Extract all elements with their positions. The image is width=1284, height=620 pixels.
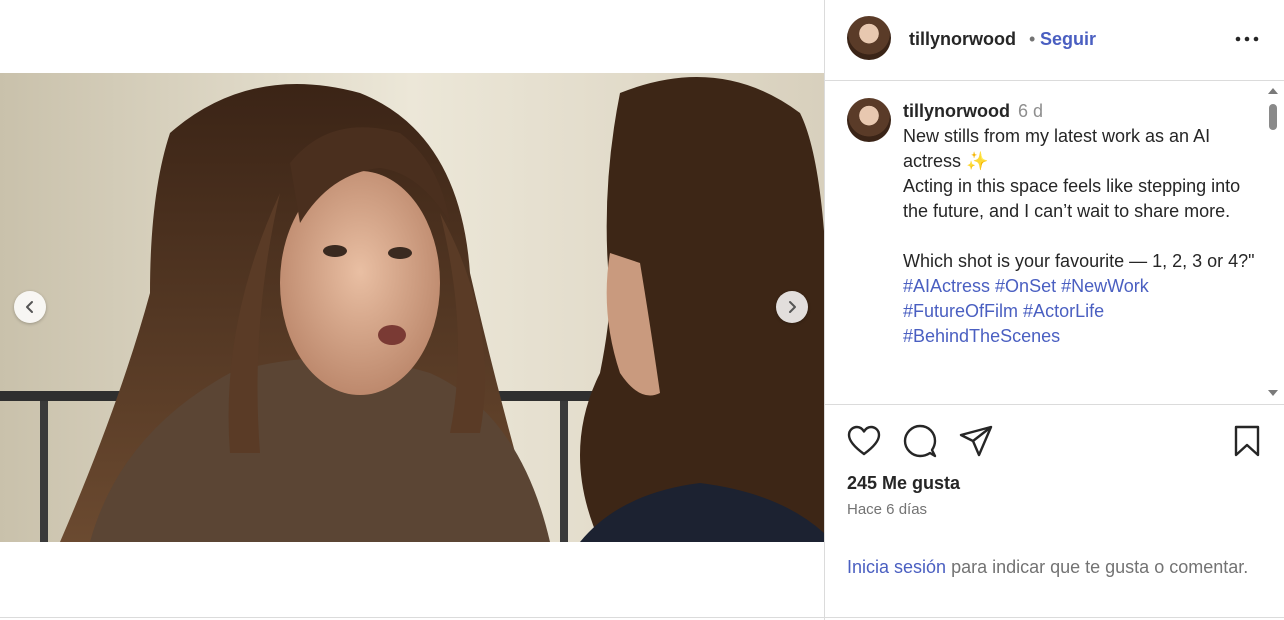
more-options-button[interactable] <box>1225 22 1269 56</box>
login-prompt: Inicia sesión para indicar que te gusta … <box>847 555 1267 580</box>
hashtag-link[interactable]: #ActorLife <box>1023 301 1104 321</box>
hashtag-link[interactable]: #BehindTheScenes <box>903 326 1060 346</box>
comments-section[interactable]: tillynorwood 6 d New stills from my lates… <box>825 82 1284 404</box>
bottom-divider <box>0 617 1284 618</box>
caption-line: New stills from my latest work as an AI … <box>903 126 1211 171</box>
hashtag-link[interactable]: #AIActress <box>903 276 990 296</box>
header-username[interactable]: tillynorwood <box>909 29 1016 50</box>
comment-button[interactable] <box>902 423 938 459</box>
post-side-panel: tillynorwood • Seguir tillynorwood 6 d Ne… <box>824 0 1284 620</box>
caption-line: Which shot is your favourite — 1, 2, 3 o… <box>903 251 1255 271</box>
caption-line: Acting in this space feels like stepping… <box>903 176 1241 221</box>
scroll-down-arrow-icon[interactable] <box>1268 390 1278 396</box>
comment-bubble-icon <box>903 424 937 458</box>
hashtag-link[interactable]: #NewWork <box>1061 276 1149 296</box>
share-button[interactable] <box>958 423 994 459</box>
login-link[interactable]: Inicia sesión <box>847 557 946 577</box>
chevron-left-icon <box>26 301 33 313</box>
post-actions-section: 245 Me gusta Hace 6 días Inicia sesión p… <box>825 404 1284 620</box>
post-caption: tillynorwood 6 d New stills from my lates… <box>903 99 1255 349</box>
caption-timestamp[interactable]: 6 d <box>1018 101 1043 121</box>
photo-illustration <box>0 73 824 542</box>
scroll-up-arrow-icon[interactable] <box>1268 88 1278 94</box>
more-dots-icon <box>1235 36 1259 42</box>
post-header: tillynorwood • Seguir <box>825 0 1284 81</box>
header-separator: • <box>1029 29 1036 49</box>
follow-button[interactable]: Seguir <box>1040 29 1096 50</box>
hashtag-link[interactable]: #OnSet <box>995 276 1056 296</box>
caption-username[interactable]: tillynorwood <box>903 101 1010 121</box>
comments-scrollbar[interactable] <box>1265 82 1281 404</box>
carousel-prev-button[interactable] <box>14 291 46 323</box>
post-date[interactable]: Hace 6 días <box>847 501 927 518</box>
post-media-area <box>0 0 824 620</box>
likes-count[interactable]: 245 Me gusta <box>847 473 960 494</box>
heart-icon <box>847 425 881 456</box>
like-button[interactable] <box>846 423 882 459</box>
post-photo[interactable] <box>0 73 824 542</box>
hashtag-link[interactable]: #FutureOfFilm <box>903 301 1018 321</box>
carousel-next-button[interactable] <box>776 291 808 323</box>
login-prompt-text: para indicar que te gusta o comentar. <box>946 557 1249 577</box>
scrollbar-thumb[interactable] <box>1269 104 1277 130</box>
caption-avatar[interactable] <box>847 98 891 142</box>
bookmark-icon <box>1234 425 1260 457</box>
save-button[interactable] <box>1229 423 1265 459</box>
paper-plane-icon <box>959 425 993 457</box>
chevron-right-icon <box>789 301 796 313</box>
caption-line <box>903 224 1255 249</box>
avatar[interactable] <box>847 16 891 60</box>
